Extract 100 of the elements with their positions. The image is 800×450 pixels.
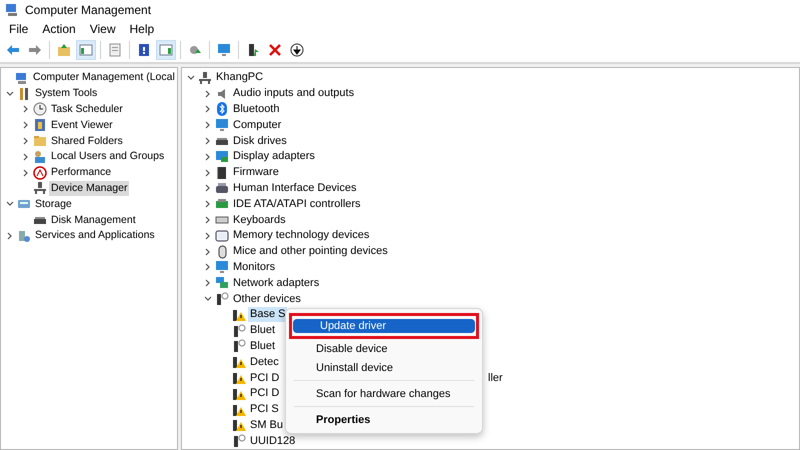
unknown-device-icon <box>232 339 246 354</box>
chevron-right-icon[interactable] <box>204 216 212 224</box>
memory-card-icon <box>215 228 229 243</box>
tree-item[interactable]: UUID128 <box>248 434 298 449</box>
chevron-right-icon[interactable] <box>204 121 212 130</box>
monitor-icon <box>217 43 231 57</box>
warning-device-icon <box>232 402 246 417</box>
device-manager-icon <box>198 70 212 85</box>
chevron-right-icon[interactable] <box>204 184 212 192</box>
tree-item[interactable]: Local Users and Groups <box>49 149 166 164</box>
warning-device-icon <box>232 355 246 370</box>
tree-item-text: ller <box>488 372 503 384</box>
bluetooth-icon <box>215 102 229 116</box>
chevron-right-icon[interactable] <box>204 90 212 98</box>
tree-item[interactable]: Network adapters <box>231 276 322 291</box>
chevron-down-icon[interactable] <box>6 90 14 98</box>
chevron-down-icon[interactable] <box>187 74 195 82</box>
users-icon <box>33 150 47 164</box>
menu-item[interactable]: Action <box>35 22 83 36</box>
folder-icon <box>57 43 71 57</box>
tree-item[interactable]: Mice and other pointing devices <box>231 244 390 260</box>
monitor-icon <box>215 118 229 132</box>
download-icon <box>290 43 304 57</box>
tree-item[interactable]: SM Bu <box>248 418 286 433</box>
tree-item[interactable]: System Tools <box>33 86 100 102</box>
tree-item[interactable]: Bluetooth <box>231 102 282 117</box>
warning-device-icon <box>232 308 246 322</box>
close-icon <box>268 43 282 57</box>
menu-item[interactable]: Disable device <box>289 342 479 354</box>
tree-item[interactable]: Shared Folders <box>49 134 125 149</box>
tree-item[interactable]: Other devices <box>231 292 303 307</box>
chevron-right-icon[interactable] <box>204 232 212 240</box>
chevron-right-icon[interactable] <box>204 152 212 161</box>
chevron-right-icon[interactable] <box>204 279 212 288</box>
tree-item[interactable]: Memory technology devices <box>231 228 372 244</box>
tree-item[interactable]: Bluet <box>248 323 278 338</box>
unknown-device-icon <box>232 324 246 338</box>
chevron-right-icon[interactable] <box>22 137 30 146</box>
chevron-right-icon[interactable] <box>204 168 212 177</box>
chevron-right-icon[interactable] <box>204 263 212 272</box>
menu-item[interactable]: Properties <box>289 414 479 426</box>
clock-icon <box>33 102 47 116</box>
tree-item[interactable]: Detec <box>248 354 281 370</box>
chip-icon <box>215 166 229 180</box>
warning-device-icon <box>232 371 246 386</box>
tree-item[interactable]: Task Scheduler <box>49 102 125 117</box>
gamepad-icon <box>215 181 229 196</box>
tree-item[interactable]: Disk Management <box>49 212 138 228</box>
monitor-icon <box>215 260 229 274</box>
tree-item[interactable]: IDE ATA/ATAPI controllers <box>231 196 363 212</box>
chevron-right-icon[interactable] <box>22 105 30 114</box>
device-manager-icon <box>33 181 47 196</box>
tree-item[interactable]: KhangPC <box>214 70 266 86</box>
tree-item[interactable]: Storage <box>33 196 74 212</box>
tree-item[interactable]: Services and Applications <box>33 228 157 244</box>
tree-item[interactable]: PCI D <box>248 386 282 402</box>
chevron-right-icon[interactable] <box>204 248 212 256</box>
tree-item[interactable]: Monitors <box>231 260 278 275</box>
tree-item[interactable]: Device Manager <box>49 180 130 196</box>
folder-icon <box>33 134 47 148</box>
tree-item[interactable]: Bluet <box>248 338 278 354</box>
chevron-down-icon[interactable] <box>204 295 212 304</box>
chevron-down-icon[interactable] <box>6 200 14 208</box>
chevron-right-icon[interactable] <box>204 105 212 114</box>
chevron-right-icon[interactable] <box>22 168 30 177</box>
chevron-right-icon[interactable] <box>204 137 212 146</box>
tree-item[interactable]: Computer Management (Local <box>31 70 177 86</box>
menu-item[interactable]: Uninstall device <box>289 362 479 374</box>
menu-item[interactable]: Update driver <box>293 319 475 333</box>
action-pane-icon <box>159 43 173 57</box>
chevron-right-icon[interactable] <box>204 200 212 208</box>
warning-device-icon <box>232 418 246 432</box>
forward-arrow-icon <box>28 43 42 57</box>
tree-item[interactable]: PCI S <box>248 402 281 418</box>
tree-item[interactable]: Base S <box>248 307 288 322</box>
tree-item[interactable]: Firmware <box>231 165 281 180</box>
tree-item[interactable]: Keyboards <box>231 212 288 228</box>
unknown-device-icon <box>215 292 229 306</box>
tree-item[interactable]: Display adapters <box>231 149 317 164</box>
tree-item[interactable]: Event Viewer <box>49 118 115 133</box>
list-icon <box>108 43 122 57</box>
display-icon <box>215 150 229 164</box>
tree-item[interactable]: Disk drives <box>231 134 289 149</box>
chevron-right-icon[interactable] <box>22 152 30 161</box>
chevron-right-icon[interactable] <box>6 232 14 240</box>
tree-item[interactable]: Computer <box>231 118 284 133</box>
tree-item[interactable]: Human Interface Devices <box>231 180 358 196</box>
app-icon <box>5 3 19 17</box>
warning-device-icon <box>232 386 246 401</box>
chevron-right-icon[interactable] <box>22 121 30 130</box>
back-arrow-icon <box>6 43 20 57</box>
menu-item[interactable]: Scan for hardware changes <box>289 388 479 400</box>
tree-item[interactable]: PCI D <box>248 370 282 386</box>
menu-item[interactable]: File <box>2 22 36 36</box>
tree-item[interactable]: Performance <box>49 165 114 180</box>
tree-item[interactable]: Audio inputs and outputs <box>231 86 356 102</box>
network-icon <box>215 276 229 290</box>
tree-pane-icon <box>79 43 93 57</box>
menu-item[interactable]: Help <box>122 22 162 36</box>
menu-item[interactable]: View <box>82 22 122 36</box>
